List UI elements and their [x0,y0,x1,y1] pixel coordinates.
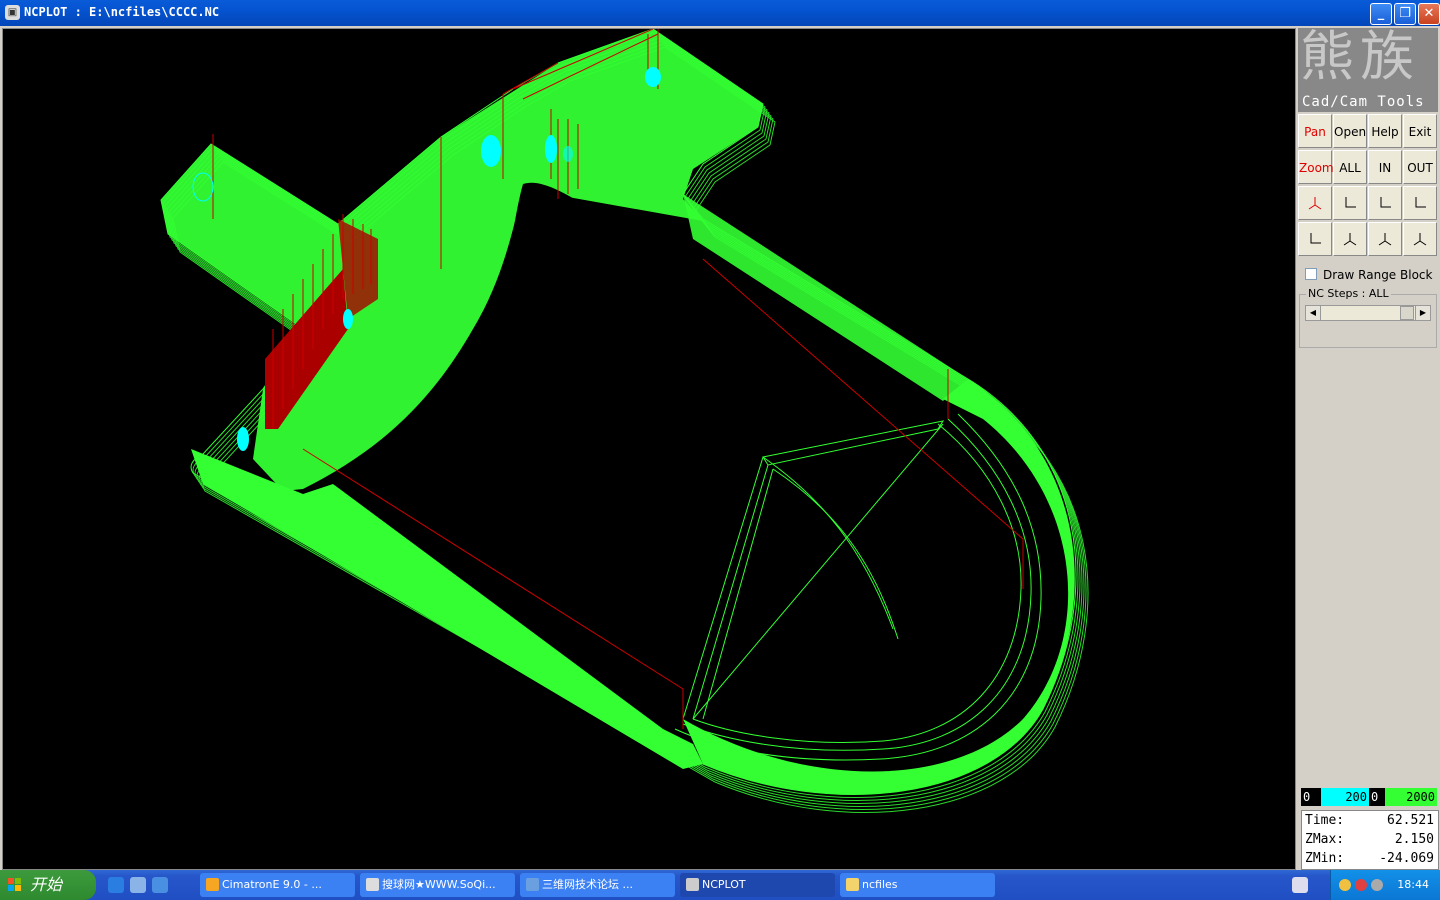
scale-b-min: 0 [1369,788,1385,806]
zmin-value: -24.069 [1379,851,1434,866]
browser-quicklaunch-icon[interactable] [152,877,168,893]
logo-subtitle: Cad/Cam Tools [1302,94,1425,110]
title-bar: ▣ NCPLOT : E:\ncfiles\CCCC.NC _ ❐ ✕ [0,0,1440,26]
start-button[interactable]: 开始 [0,870,96,900]
close-button[interactable]: ✕ [1418,3,1440,25]
zoom-in-button[interactable]: IN [1368,150,1402,184]
task-ncfiles-label: ncfiles [862,878,898,891]
toolpath-plot [160,29,1089,813]
view-yx-icon[interactable] [1298,222,1332,256]
toolpath-canvas[interactable] [2,28,1296,870]
task-ncfiles[interactable]: ncfiles [840,873,995,897]
ie-icon [526,878,539,891]
scroll-left-icon[interactable]: ◀ [1306,306,1321,320]
start-label: 开始 [30,875,63,894]
minimize-button[interactable]: _ [1370,3,1392,25]
exit-button[interactable]: Exit [1403,114,1437,148]
view-iso-icon[interactable] [1298,186,1332,220]
system-tray: 18:44 [1330,870,1440,900]
tray-face-icon[interactable] [1339,879,1351,891]
task-ncplot[interactable]: NCPLOT [680,873,835,897]
cad-cam-tools-logo: 熊族 Cad/Cam Tools [1298,28,1438,112]
zoom-out-button[interactable]: OUT [1403,150,1437,184]
scale-b-max: 2000 [1385,788,1437,806]
slider-thumb[interactable] [1400,306,1414,320]
draw-range-label: Draw Range Block [1323,268,1433,282]
nc-steps-group: NC Steps : ALL ◀ ▶ [1299,287,1437,348]
task-cimatron-label: CimatronE 9.0 - ... [222,878,322,891]
control-panel: 熊族 Cad/Cam Tools Pan Open Help Exit Zoom… [1297,28,1440,870]
clock: 18:44 [1397,878,1429,891]
task-forum-label: 三维网技术论坛 ... [542,878,633,891]
view-zx-icon[interactable] [1368,186,1402,220]
cimatron-icon [206,878,219,891]
view-xz-icon[interactable] [1333,186,1367,220]
view-zy-icon[interactable] [1403,186,1437,220]
view-yxz-icon[interactable] [1368,222,1402,256]
close-x-icon [366,878,379,891]
zoom-all-button[interactable]: ALL [1333,150,1367,184]
keyboard-icon[interactable] [1292,877,1308,893]
task-forum[interactable]: 三维网技术论坛 ... [520,873,675,897]
tray-speaker-icon[interactable] [1371,879,1383,891]
stats-box: Time: 62.521 ZMax: 2.150 ZMin: -24.069 [1301,810,1439,870]
ie-quicklaunch-icon[interactable] [108,877,124,893]
task-soqi-label: 搜球网★WWW.SoQi... [382,878,496,891]
ncplot-app-icon[interactable]: ▣ [5,5,20,20]
scale-a-max: 200 [1321,788,1369,806]
nc-steps-label: NC Steps : ALL [1306,287,1391,300]
window-title: NCPLOT : E:\ncfiles\CCCC.NC [24,5,220,19]
tray-qq-icon[interactable] [1355,879,1367,891]
desktop-quicklaunch-icon[interactable] [130,877,146,893]
time-label: Time: [1305,813,1345,828]
taskbar: 开始 CimatronE 9.0 - ... 搜球网★WWW.SoQi... 三… [0,870,1440,900]
view-yzx-icon[interactable] [1403,222,1437,256]
scale-a-min: 0 [1301,788,1321,806]
time-value: 62.521 [1387,813,1434,828]
task-ncplot-label: NCPLOT [702,878,746,891]
task-cimatron[interactable]: CimatronE 9.0 - ... [200,873,355,897]
restore-button[interactable]: ❐ [1394,3,1416,25]
open-button[interactable]: Open [1333,114,1367,148]
nc-steps-slider[interactable]: ◀ ▶ [1305,305,1431,321]
checkbox-box[interactable] [1305,268,1317,280]
scroll-right-icon[interactable]: ▶ [1415,306,1430,320]
task-soqi[interactable]: 搜球网★WWW.SoQi... [360,873,515,897]
help-button[interactable]: Help [1368,114,1402,148]
zoom-button[interactable]: Zoom [1298,150,1334,184]
logo-text: 熊族 [1300,28,1420,88]
zmax-label: ZMax: [1305,832,1345,847]
color-scale: 0 200 0 2000 [1301,788,1437,806]
zmin-label: ZMin: [1305,851,1345,866]
windows-flag-icon [8,878,21,891]
draw-range-block-checkbox[interactable]: Draw Range Block [1305,268,1432,282]
ncplot-icon [686,878,699,891]
view-xyz-icon[interactable] [1333,222,1367,256]
zmax-value: 2.150 [1394,832,1434,847]
folder-icon [846,878,859,891]
pan-button[interactable]: Pan [1298,114,1332,148]
